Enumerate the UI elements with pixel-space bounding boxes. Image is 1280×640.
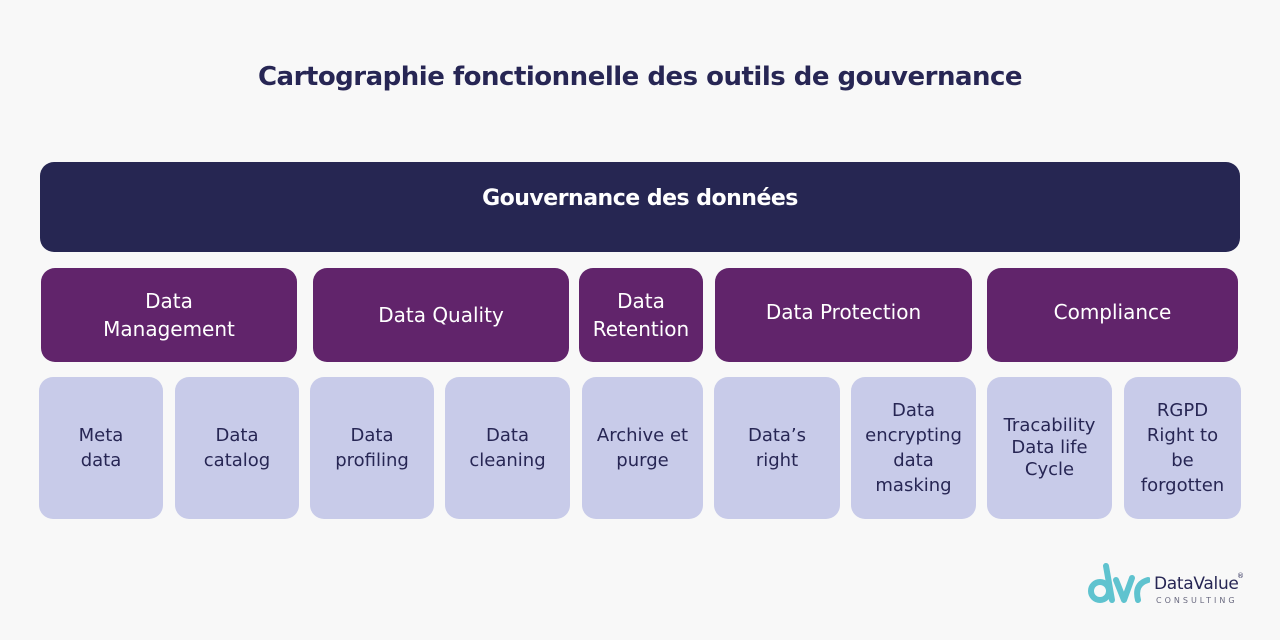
category-label: Compliance	[1053, 300, 1172, 324]
tool-data-encrypting-masking: Data encrypting data masking	[851, 377, 976, 519]
category-label: Data Protection	[765, 300, 922, 324]
tool-datas-right: Data’s right	[714, 377, 840, 519]
tool-tracability-lifecycle: Tracability Data life Cycle	[987, 377, 1112, 519]
page-title: Cartographie fonctionnelle des outils de…	[257, 62, 1023, 92]
tool-label: Data’s right	[747, 425, 807, 471]
tool-label: Meta data	[78, 425, 124, 471]
category-label: Data Management	[103, 289, 235, 341]
governance-banner: Gouvernance des données	[40, 162, 1240, 252]
logo-name: DataValue	[1154, 574, 1239, 594]
category-label: Data Quality	[378, 303, 504, 327]
category-data-protection: Data Protection	[715, 268, 972, 362]
category-compliance: Compliance	[987, 268, 1238, 362]
category-data-quality: Data Quality	[313, 268, 569, 362]
tool-data-cleaning: Data cleaning	[445, 377, 570, 519]
tool-archive-purge: Archive et purge	[582, 377, 703, 519]
tool-data-catalog: Data catalog	[175, 377, 299, 519]
logo-registered-mark: ®	[1237, 572, 1244, 580]
tool-label: Data cleaning	[469, 425, 546, 471]
tool-label: RGPD Right to be forgotten	[1140, 400, 1225, 496]
tool-label: Data profiling	[335, 425, 409, 471]
tool-label: Data encrypting data masking	[865, 400, 962, 496]
tool-meta-data: Meta data	[39, 377, 163, 519]
tool-rgpd-right-to-be-forgotten: RGPD Right to be forgotten	[1124, 377, 1241, 519]
logo-subtitle: CONSULTING	[1156, 596, 1238, 605]
banner-label: Gouvernance des données	[482, 186, 798, 211]
tool-label: Archive et purge	[596, 425, 689, 471]
tool-label: Tracability Data life Cycle	[1003, 415, 1096, 480]
dvc-logo-icon	[1088, 563, 1150, 603]
category-data-retention: Data Retention	[579, 268, 703, 362]
datavalue-logo: DataValue ® CONSULTING	[1088, 562, 1248, 608]
tool-data-profiling: Data profiling	[310, 377, 434, 519]
category-data-management: Data Management	[41, 268, 297, 362]
category-label: Data Retention	[592, 289, 690, 341]
tool-label: Data catalog	[203, 425, 271, 471]
